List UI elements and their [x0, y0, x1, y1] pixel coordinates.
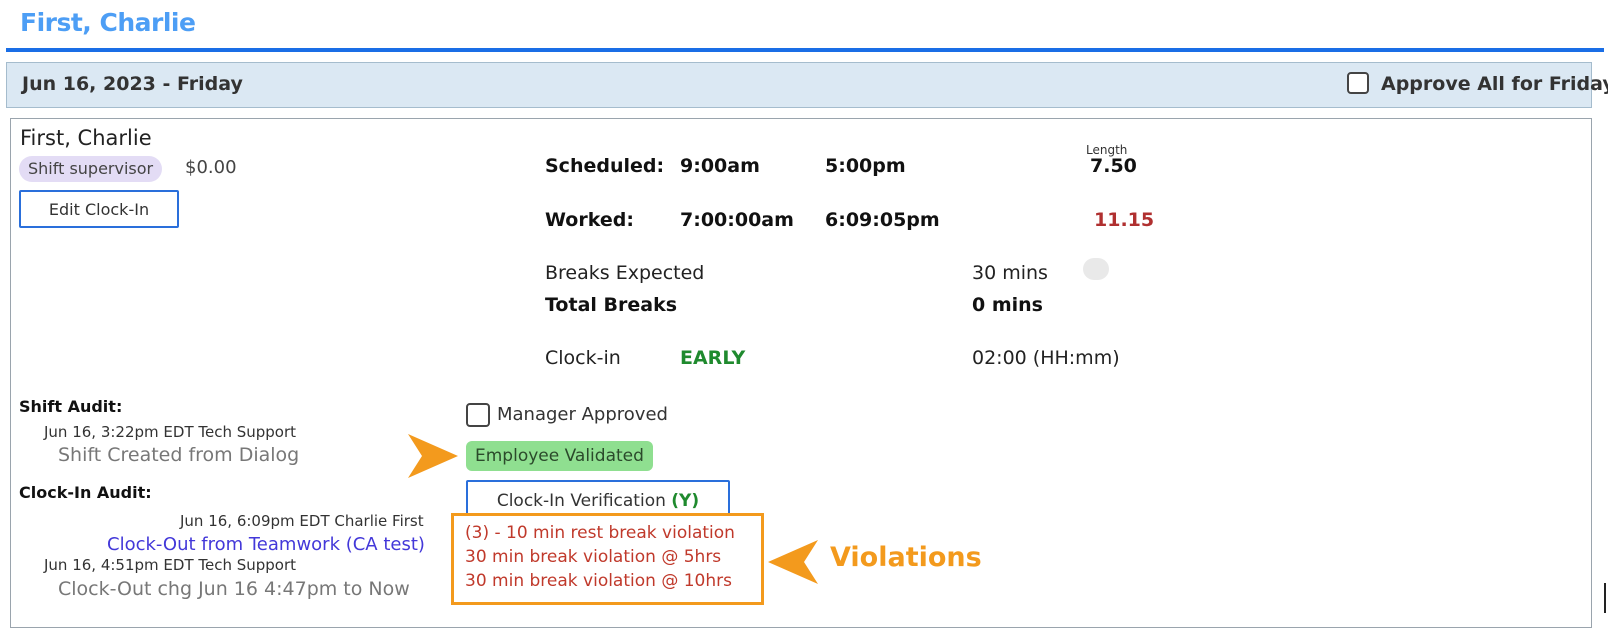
violation-item: (3) - 10 min rest break violation [465, 523, 735, 543]
manager-approved-label[interactable]: Manager Approved [497, 404, 668, 425]
arrow-icon [768, 540, 818, 584]
clock-in-audit-message: Clock-Out chg Jun 16 4:47pm to Now [58, 578, 410, 600]
breaks-expected-label: Breaks Expected [545, 262, 705, 284]
clock-in-audit-link[interactable]: Clock-Out from Teamwork (CA test) [107, 534, 425, 555]
checkbox-icon [1347, 72, 1369, 94]
verification-flag: (Y) [671, 491, 700, 511]
total-breaks-label: Total Breaks [545, 294, 678, 316]
arrow-icon [408, 434, 458, 478]
worked-end: 6:09:05pm [825, 209, 940, 231]
breaks-expected-value: 30 mins [972, 262, 1048, 284]
verification-label: Clock-In Verification [496, 491, 666, 511]
worked-label: Worked: [545, 209, 634, 231]
employee-validated-badge: Employee Validated [466, 441, 653, 471]
manager-approved-checkbox[interactable] [466, 403, 490, 427]
clock-in-audit-meta: Jun 16, 4:51pm EDT Tech Support [44, 556, 297, 574]
violation-item: 30 min break violation @ 5hrs [465, 547, 722, 567]
scheduled-length: 7.50 [1090, 155, 1137, 177]
clock-in-status: EARLY [680, 347, 746, 369]
day-date-label: Jun 16, 2023 - Friday [22, 73, 243, 95]
edit-clock-in-button[interactable]: Edit Clock-In [19, 190, 179, 228]
total-breaks-value: 0 mins [972, 294, 1043, 316]
approve-all-checkbox[interactable] [1347, 72, 1369, 94]
cursor-edge [1604, 583, 1606, 613]
clock-in-diff: 02:00 (HH:mm) [972, 347, 1120, 369]
scheduled-label: Scheduled: [545, 155, 665, 177]
pay-rate: $0.00 [185, 157, 237, 178]
clock-in-audit-meta: Jun 16, 6:09pm EDT Charlie First [180, 512, 424, 530]
shift-audit-heading: Shift Audit: [19, 397, 123, 416]
employee-title: First, Charlie [20, 8, 196, 37]
scheduled-start: 9:00am [680, 155, 760, 177]
role-badge: Shift supervisor [19, 156, 163, 182]
worked-length: 11.15 [1094, 209, 1155, 231]
breaks-toggle[interactable] [1083, 258, 1109, 280]
shift-audit-message: Shift Created from Dialog [58, 444, 300, 466]
worked-start: 7:00:00am [680, 209, 794, 231]
clock-in-audit-heading: Clock-In Audit: [19, 483, 152, 502]
violations-callout-label: Violations [830, 542, 982, 573]
violation-item: 30 min break violation @ 10hrs [465, 571, 732, 591]
shift-audit-meta: Jun 16, 3:22pm EDT Tech Support [44, 423, 297, 441]
title-divider [6, 48, 1604, 52]
approve-all-label[interactable]: Approve All for Friday [1381, 73, 1608, 95]
clock-in-label: Clock-in [545, 347, 621, 369]
scheduled-end: 5:00pm [825, 155, 906, 177]
shift-employee-name: First, Charlie [20, 126, 152, 150]
